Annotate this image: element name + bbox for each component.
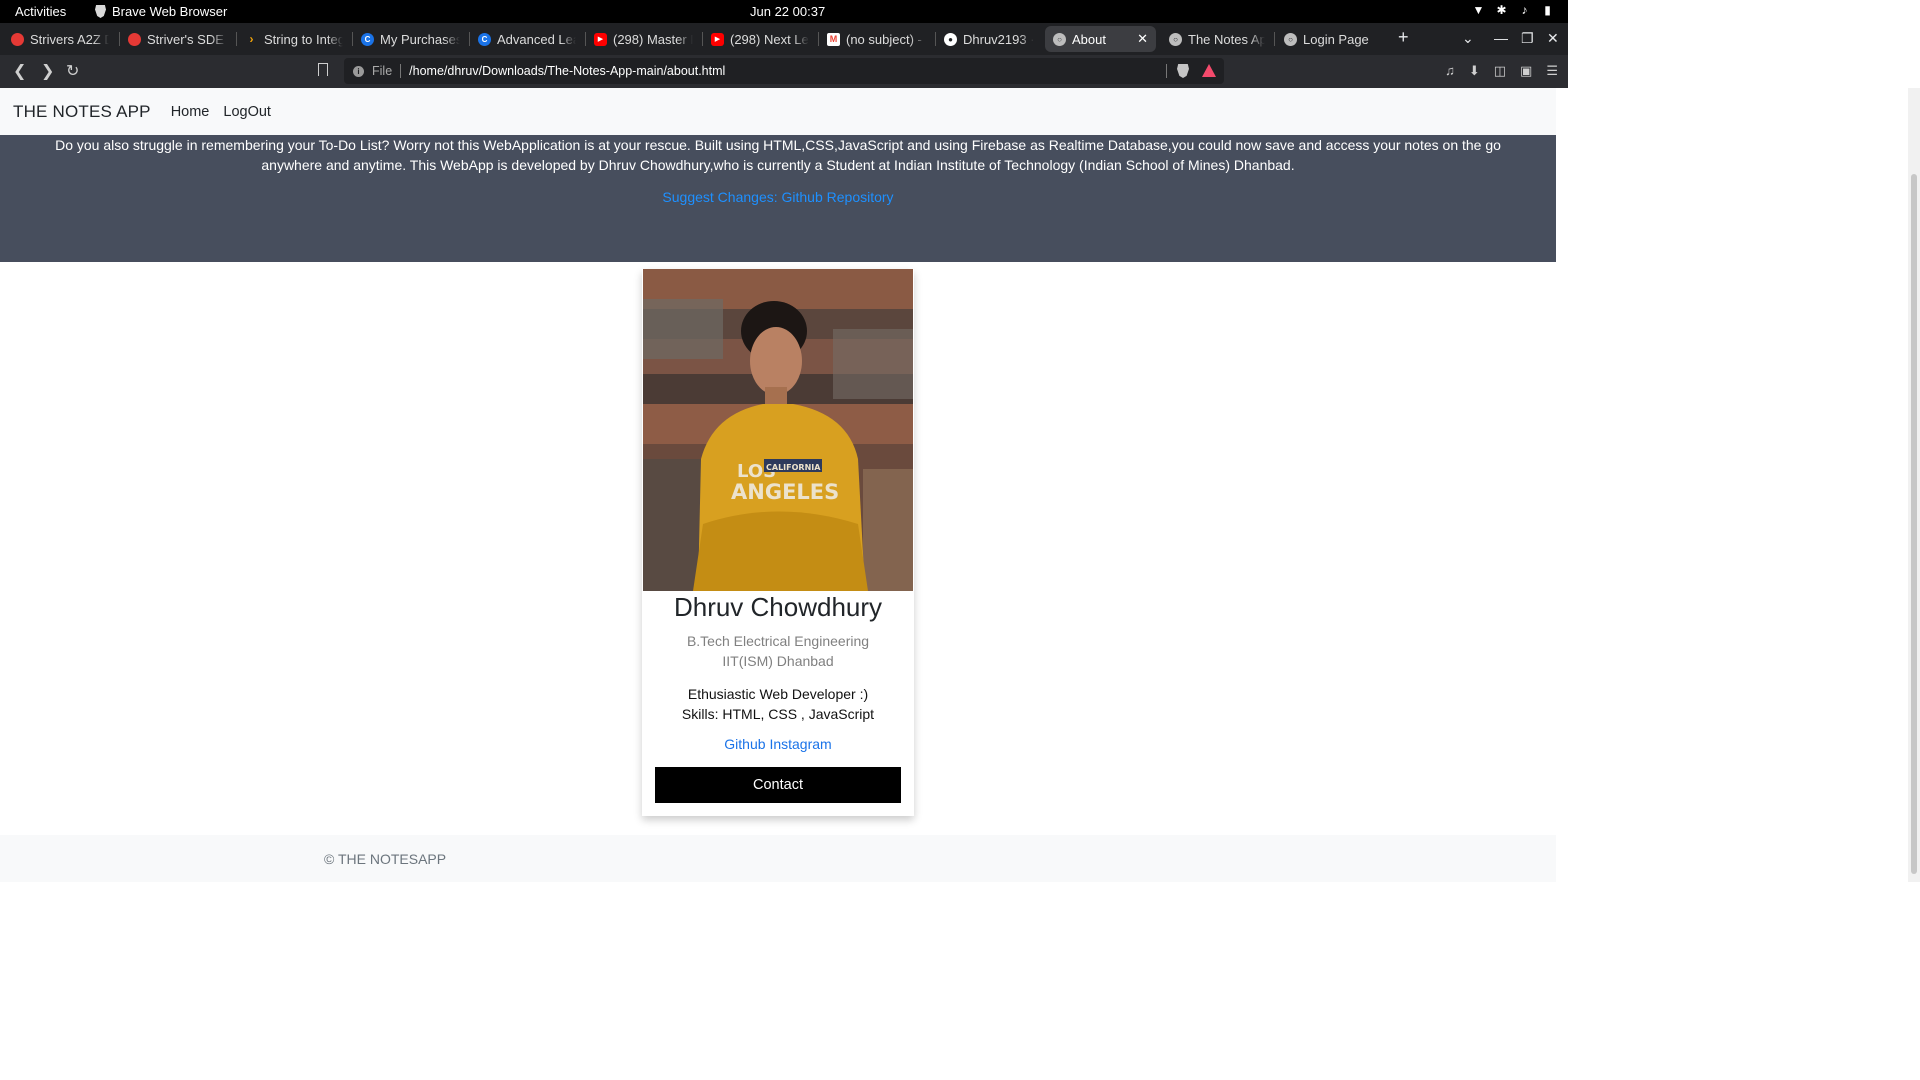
browser-tab[interactable]: ○ Login Page <box>1276 26 1390 52</box>
browser-tab[interactable]: › String to Integ <box>237 26 351 52</box>
browser-tab[interactable]: ▶ (298) Master F <box>586 26 701 52</box>
social-links: Github Instagram <box>642 736 914 752</box>
app-name: Brave Web Browser <box>112 4 228 19</box>
close-window-icon[interactable]: ✕ <box>1547 30 1559 47</box>
url-text[interactable]: /home/dhruv/Downloads/The-Notes-App-main… <box>409 64 725 78</box>
nav-home-link[interactable]: Home <box>171 104 210 120</box>
profile-institute: IIT(ISM) Dhanbad <box>722 653 834 669</box>
profile-tagline: Ethusiastic Web Developer :) <box>687 686 869 702</box>
activities-button[interactable]: Activities <box>15 4 66 19</box>
bluetooth-icon: ✱ <box>1496 3 1507 17</box>
app-menu[interactable]: Brave Web Browser <box>95 4 227 19</box>
brave-shields-icon[interactable] <box>1177 64 1189 78</box>
profile-photo: LOS CALIFORNIA ANGELES <box>643 269 913 591</box>
close-tab-icon[interactable]: ✕ <box>1137 31 1148 47</box>
tab-title: About <box>1072 31 1106 47</box>
contact-button[interactable]: Contact <box>655 767 901 803</box>
tab-title: (298) Master F <box>613 31 693 47</box>
youtube-icon: ▶ <box>711 32 724 46</box>
profile-title: B.Tech Electrical Engineering IIT(ISM) D… <box>642 631 914 671</box>
scrollbar-thumb[interactable] <box>1911 174 1917 874</box>
page-viewport: THE NOTES APP Home LogOut Do you also st… <box>0 88 1556 882</box>
tab-title: Dhruv2193 · G <box>963 31 1034 47</box>
url-scheme: File <box>372 64 393 78</box>
tab-title: Advanced Lea <box>497 31 576 47</box>
about-description: Do you also struggle in remembering your… <box>55 137 1501 173</box>
globe-icon: ○ <box>1169 32 1182 46</box>
profile-name: Dhruv Chowdhury <box>673 592 883 622</box>
browser-tab-strip: Strivers A2Z D Striver's SDE S › String … <box>0 23 1568 55</box>
nav-logout-link[interactable]: LogOut <box>223 104 271 120</box>
menu-icon[interactable]: ☰ <box>1546 63 1558 79</box>
tab-title: Striver's SDE S <box>147 31 227 47</box>
coding-ninjas-icon: C <box>361 32 374 46</box>
tab-title: Login Page <box>1303 31 1369 47</box>
clock[interactable]: Jun 22 00:37 <box>750 4 825 19</box>
tab-title: Strivers A2Z D <box>30 31 109 47</box>
downloads-icon[interactable]: ⬇ <box>1469 63 1480 79</box>
globe-icon: ○ <box>1053 32 1066 46</box>
github-repo-link[interactable]: Suggest Changes: Github Repository <box>0 189 1556 205</box>
tab-title: The Notes Ap <box>1188 31 1265 47</box>
globe-icon: ○ <box>1284 32 1297 46</box>
system-top-bar: Activities Brave Web Browser Jun 22 00:3… <box>0 0 1568 23</box>
brave-rewards-icon[interactable] <box>1202 64 1216 77</box>
site-info-icon[interactable]: i <box>353 65 364 77</box>
tab-title: My Purchases <box>380 31 460 47</box>
browser-toolbar: ❮ ❯ ↻ i File /home/dhruv/Downloads/The-N… <box>0 55 1568 88</box>
browser-tab[interactable]: C My Purchases <box>353 26 468 52</box>
gmail-icon: M <box>827 32 840 46</box>
browser-tab[interactable]: ○ The Notes Ap <box>1161 26 1273 52</box>
browser-tab[interactable]: C Advanced Lea <box>470 26 584 52</box>
tab-title: String to Integ <box>264 31 343 47</box>
browser-tab[interactable]: Striver's SDE S <box>120 26 235 52</box>
browser-tab[interactable]: M (no subject) - c <box>819 26 934 52</box>
tab-title: (no subject) - c <box>846 31 926 47</box>
address-bar[interactable]: i File /home/dhruv/Downloads/The-Notes-A… <box>344 58 1224 84</box>
wifi-icon: ▼ <box>1472 3 1485 17</box>
coding-ninjas-icon: C <box>478 32 491 46</box>
leetcode-icon: › <box>249 31 254 46</box>
github-icon: ● <box>944 32 957 46</box>
volume-icon: ♪ <box>1521 3 1528 17</box>
svg-text:ANGELES: ANGELES <box>731 480 839 504</box>
footer-copyright: © THE NOTESAPP <box>324 851 447 867</box>
system-tray[interactable]: ▼ ✱ ♪ ▮ <box>1472 3 1554 17</box>
site-footer: © THE NOTESAPP <box>0 835 1556 882</box>
youtube-icon: ▶ <box>594 32 607 46</box>
profile-bio: Ethusiastic Web Developer :) Skills: HTM… <box>642 684 914 724</box>
back-icon[interactable]: ❮ <box>13 61 26 81</box>
wallet-icon[interactable]: ▣ <box>1520 63 1532 79</box>
battery-icon: ▮ <box>1544 3 1551 17</box>
sidebar-icon[interactable]: ◫ <box>1494 63 1506 79</box>
profile-degree: B.Tech Electrical Engineering <box>686 633 870 649</box>
media-icon[interactable]: ♫ <box>1445 63 1455 79</box>
svg-text:CALIFORNIA: CALIFORNIA <box>766 463 821 472</box>
reload-icon[interactable]: ↻ <box>66 61 79 81</box>
browser-tab[interactable]: Strivers A2Z D <box>3 26 117 52</box>
brave-lion-icon <box>95 5 106 18</box>
tab-search-chevron-icon[interactable]: ⌄ <box>1462 30 1474 47</box>
browser-tab[interactable]: ▶ (298) Next Lev <box>703 26 817 52</box>
about-hero: Do you also struggle in remembering your… <box>0 135 1556 262</box>
browser-tab[interactable]: ● Dhruv2193 · G <box>936 26 1042 52</box>
tab-title: (298) Next Lev <box>730 31 809 47</box>
tuf-icon <box>11 32 24 46</box>
new-tab-button[interactable]: + <box>1398 27 1409 48</box>
minimize-icon[interactable]: — <box>1494 30 1508 46</box>
bookmark-icon[interactable] <box>318 63 328 76</box>
github-link[interactable]: Github <box>724 736 765 752</box>
tuf-icon <box>128 32 141 46</box>
page-scrollbar[interactable] <box>1908 88 1920 882</box>
forward-icon[interactable]: ❯ <box>41 61 54 81</box>
instagram-link[interactable]: Instagram <box>769 736 831 752</box>
site-brand[interactable]: THE NOTES APP <box>13 102 151 122</box>
browser-tab-active[interactable]: ○ About ✕ <box>1045 26 1156 52</box>
site-navbar: THE NOTES APP Home LogOut <box>0 88 1556 135</box>
restore-icon[interactable]: ❐ <box>1521 30 1534 47</box>
profile-card: LOS CALIFORNIA ANGELES Dhruv Chowdhury B… <box>642 269 914 816</box>
toolbar-right-icons: ♫ ⬇ ◫ ▣ ☰ <box>1445 63 1558 79</box>
profile-skills: Skills: HTML, CSS , JavaScript <box>681 706 875 722</box>
